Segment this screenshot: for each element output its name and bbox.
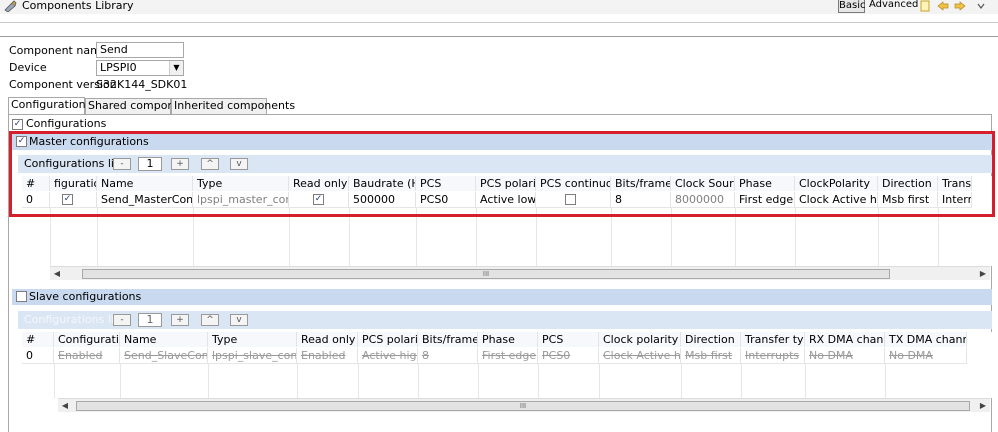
grid-line	[418, 364, 419, 398]
pcs-cell[interactable]: PCS0	[538, 348, 599, 364]
column-header[interactable]: Configuration	[54, 332, 120, 347]
advanced-view-button[interactable]: Advanced	[869, 0, 918, 11]
device-label: Device	[9, 61, 47, 74]
configuration-cell[interactable]: Enabled	[54, 348, 120, 364]
table-row[interactable]: 0 Enabled Send_SlaveConfig0 lpspi_slave_…	[22, 348, 967, 364]
slave-list-label: Configurations list	[24, 313, 124, 326]
transfer-type-cell[interactable]: Interrupts	[741, 348, 805, 364]
component-version-value: S32K144_SDK01	[96, 78, 188, 91]
slave-move-up-button[interactable]: ^	[201, 314, 219, 326]
column-header[interactable]: Type	[208, 332, 297, 347]
basic-view-button[interactable]: Basic	[838, 0, 865, 13]
tab-inherited-components[interactable]: Inherited components	[171, 98, 295, 114]
column-header[interactable]: RX DMA channel	[805, 332, 885, 347]
slave-horizontal-scrollbar[interactable]: ◀ III ▶	[58, 398, 990, 412]
column-header[interactable]: TX DMA channel	[885, 332, 967, 347]
grid-line	[208, 364, 209, 398]
column-header[interactable]: #	[22, 332, 54, 347]
window-title: Components Library	[22, 0, 134, 12]
scroll-right-icon[interactable]: ▶	[976, 267, 990, 280]
grid-line	[478, 364, 479, 398]
phase-cell[interactable]: First edge	[478, 348, 538, 364]
scroll-left-icon[interactable]: ◀	[50, 267, 64, 280]
window-titlebar: Components Library Basic Advanced	[0, 0, 998, 14]
tab-configurations[interactable]: Configurations	[8, 97, 91, 114]
column-header[interactable]: Name	[120, 332, 208, 347]
components-library-icon	[4, 0, 17, 12]
name-cell[interactable]: Send_SlaveConfig0	[120, 348, 208, 364]
highlight-box	[9, 131, 995, 217]
column-header[interactable]: Direction	[681, 332, 741, 347]
menu-chevron-icon[interactable]	[975, 0, 987, 12]
forward-arrow-icon[interactable]	[954, 0, 966, 12]
column-header[interactable]: Bits/frame	[418, 332, 478, 347]
scroll-left-icon[interactable]: ◀	[58, 399, 72, 412]
scroll-thumb[interactable]: III	[82, 269, 890, 279]
slave-count-field[interactable]: 1	[138, 313, 162, 327]
grid-line	[741, 364, 742, 398]
pcs-polarity-cell[interactable]: Active high	[358, 348, 418, 364]
slave-add-button[interactable]: +	[171, 314, 189, 326]
slave-table-header: # Configuration Name Type Read only PCS …	[22, 332, 967, 347]
scroll-thumb[interactable]: III	[76, 401, 970, 411]
header-separator	[0, 36, 998, 37]
grid-line	[54, 364, 55, 398]
slave-configurations-list-toolbar: Configurations list - 1 + ^ v	[18, 311, 992, 329]
row-index: 0	[22, 348, 54, 364]
slave-configurations-header: Slave configurations	[12, 289, 992, 305]
slave-configurations-checkbox[interactable]	[16, 291, 27, 302]
grid-line	[538, 364, 539, 398]
bits-frame-cell[interactable]: 8	[418, 348, 478, 364]
master-horizontal-scrollbar[interactable]: ◀ III ▶	[50, 266, 990, 280]
component-name-field[interactable]: Send	[96, 42, 184, 58]
column-header[interactable]: Read only	[297, 332, 358, 347]
column-header[interactable]: Transfer type	[741, 332, 805, 347]
column-header[interactable]: PCS polarity	[358, 332, 418, 347]
device-select[interactable]: LPSPI0 ▼	[96, 60, 184, 76]
slave-configurations-label: Slave configurations	[29, 290, 142, 303]
grid-line	[120, 364, 121, 398]
tab-shared-components[interactable]: Shared components	[85, 98, 198, 114]
type-cell: lpspi_slave_config_t	[208, 348, 297, 364]
grid-line	[681, 364, 682, 398]
grid-line	[885, 364, 886, 398]
grid-line	[297, 364, 298, 398]
direction-cell[interactable]: Msb first	[681, 348, 741, 364]
grid-line	[805, 364, 806, 398]
configurations-checkbox[interactable]: ✓	[12, 119, 23, 130]
rx-dma-cell[interactable]: No DMA	[805, 348, 885, 364]
slave-remove-button[interactable]: -	[113, 314, 131, 326]
new-document-icon[interactable]	[919, 0, 931, 12]
slave-move-down-button[interactable]: v	[230, 314, 248, 326]
column-header[interactable]: Clock polarity	[599, 332, 681, 347]
scroll-right-icon[interactable]: ▶	[976, 399, 990, 412]
column-header[interactable]: Phase	[478, 332, 538, 347]
column-header[interactable]: PCS	[538, 332, 599, 347]
grid-line	[358, 364, 359, 398]
toolbar-separator	[0, 22, 998, 23]
read-only-cell[interactable]: Enabled	[297, 348, 358, 364]
configurations-label: Configurations	[26, 117, 107, 130]
grid-line	[599, 364, 600, 398]
component-name-label: Component name	[9, 44, 108, 57]
device-select-value: LPSPI0	[100, 61, 137, 74]
clock-polarity-cell[interactable]: Clock Active high	[599, 348, 681, 364]
chevron-down-icon[interactable]: ▼	[169, 61, 183, 75]
back-arrow-icon[interactable]	[937, 0, 949, 12]
tx-dma-cell[interactable]: No DMA	[885, 348, 967, 364]
